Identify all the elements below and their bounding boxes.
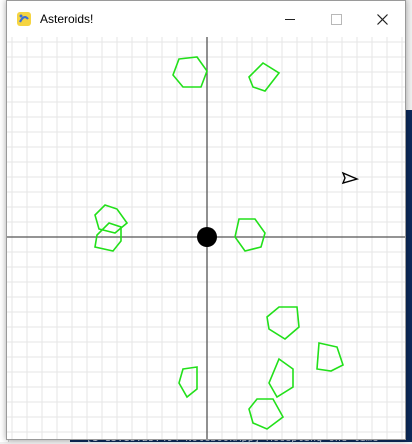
asteroid bbox=[248, 398, 285, 430]
asteroid bbox=[94, 204, 129, 234]
player-ship bbox=[341, 171, 360, 185]
pygame-snake-icon bbox=[17, 12, 31, 26]
minimize-button[interactable] bbox=[267, 1, 313, 37]
asteroid bbox=[268, 357, 294, 399]
close-icon bbox=[376, 13, 388, 25]
game-canvas[interactable] bbox=[7, 37, 405, 439]
minimize-icon bbox=[285, 18, 295, 20]
center-black-hole bbox=[197, 227, 217, 247]
close-button[interactable] bbox=[359, 1, 405, 37]
title-bar[interactable]: Asteroids! bbox=[7, 1, 405, 37]
game-window: Asteroids! bbox=[6, 0, 406, 440]
asteroid bbox=[234, 218, 266, 252]
maximize-icon bbox=[330, 13, 342, 25]
window-title: Asteroids! bbox=[40, 12, 94, 26]
maximize-button[interactable] bbox=[313, 1, 359, 37]
